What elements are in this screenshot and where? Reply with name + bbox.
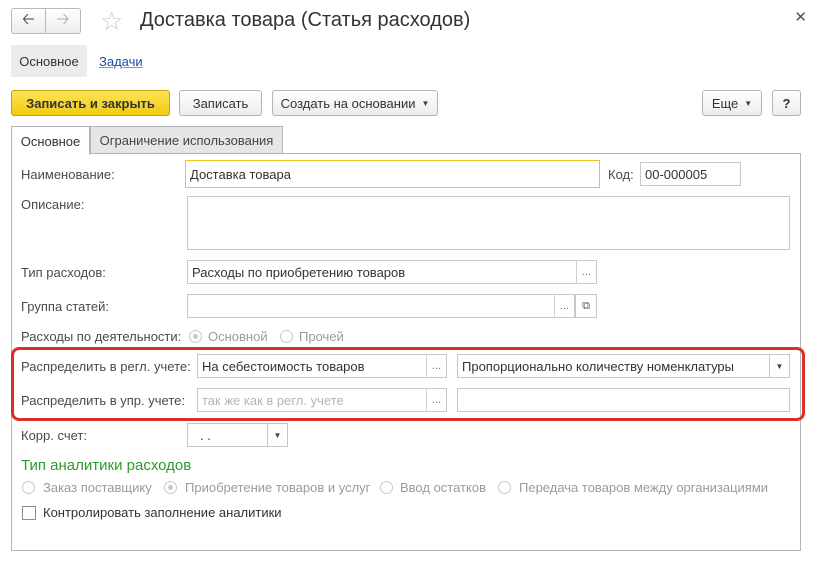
ellipsis-icon[interactable]: ... [554,295,574,317]
back-button[interactable]: 🡠 [11,8,46,34]
forward-button[interactable]: 🡢 [46,8,81,34]
control-analytics-label: Контролировать заполнение аналитики [43,505,282,520]
mgmt-distribution-label: Распределить в упр. учете: [21,393,185,408]
analytics-supplier-order-radio[interactable] [22,481,35,494]
analytics-opening-balance-radio[interactable] [380,481,393,494]
expense-type-value: Расходы по приобретению товаров [192,264,406,280]
account-select[interactable]: . . ▼ [187,423,288,447]
description-textarea[interactable] [187,196,790,250]
analytics-supplier-order-label: Заказ поставщику [43,480,152,495]
window-title: Доставка товара (Статья расходов) [140,9,471,31]
activity-other-radio[interactable] [280,330,293,343]
activity-main-radio[interactable] [189,330,202,343]
activity-label: Расходы по деятельности: [21,329,182,344]
help-button[interactable]: ? [772,90,801,116]
reg-method-value: Пропорционально количеству номенклатуры [462,358,734,374]
analytics-purchase-label: Приобретение товаров и услуг [185,480,371,495]
analytics-transfer-label: Передача товаров между организациями [519,480,769,495]
save-and-close-button[interactable]: Записать и закрыть [11,90,170,116]
analytics-purchase-radio[interactable] [164,481,177,494]
ellipsis-icon[interactable]: ... [426,389,446,411]
chevron-down-icon[interactable]: ▼ [769,355,789,377]
code-value: 00-000005 [645,166,708,182]
star-icon[interactable]: ☆ [100,6,123,36]
save-button[interactable]: Записать [179,90,262,116]
chevron-down-icon: ▼ [421,98,430,108]
mgmt-method-select[interactable] [457,388,790,412]
reg-distribution-label: Распределить в регл. учете: [21,359,191,374]
account-value: . . [200,427,211,443]
arrow-left-icon: 🡠 [22,10,35,28]
more-button[interactable]: Еще ▼ [702,90,762,116]
account-label: Корр. счет: [21,428,87,443]
ellipsis-icon[interactable]: ... [426,355,446,377]
analytics-group-title: Тип аналитики расходов [21,457,192,474]
analytics-opening-balance-label: Ввод остатков [400,480,486,495]
mgmt-distribution-input[interactable]: так же как в регл. учете ... [197,388,447,412]
open-icon[interactable]: ⧉ [575,294,597,318]
name-label: Наименование: [21,167,115,182]
create-based-on-button[interactable]: Создать на основании ▼ [272,90,438,116]
name-value: Доставка товара [190,166,291,182]
chevron-down-icon[interactable]: ▼ [267,424,287,446]
panel-tab-main[interactable]: Основное [11,45,87,77]
chevron-down-icon: ▼ [744,98,753,108]
code-label: Код: [608,167,634,182]
tab-usage-restriction[interactable]: Ограничение использования [90,126,283,154]
close-icon[interactable]: ✕ [794,8,807,26]
more-label: Еще [711,95,739,111]
group-label: Группа статей: [21,299,109,314]
mgmt-distribution-placeholder: так же как в регл. учете [202,392,344,408]
analytics-transfer-radio[interactable] [498,481,511,494]
activity-other-label: Прочей [299,329,344,344]
control-analytics-checkbox[interactable] [22,506,36,520]
create-based-on-label: Создать на основании [280,95,416,111]
reg-method-select[interactable]: Пропорционально количеству номенклатуры … [457,354,790,378]
tab-main[interactable]: Основное [11,126,90,155]
reg-distribution-value: На себестоимость товаров [202,358,365,374]
panel-tab-tasks[interactable]: Задачи [99,54,143,69]
name-input[interactable]: Доставка товара [185,160,600,188]
activity-main-label: Основной [208,329,268,344]
ellipsis-icon[interactable]: ... [576,261,596,283]
arrow-right-icon: 🡢 [56,10,70,28]
code-input[interactable]: 00-000005 [640,162,741,186]
expense-type-label: Тип расходов: [21,265,106,280]
reg-distribution-input[interactable]: На себестоимость товаров ... [197,354,447,378]
group-input[interactable]: ... [187,294,575,318]
description-label: Описание: [21,197,85,212]
expense-type-input[interactable]: Расходы по приобретению товаров ... [187,260,597,284]
panel-tab-main-label: Основное [19,53,79,69]
